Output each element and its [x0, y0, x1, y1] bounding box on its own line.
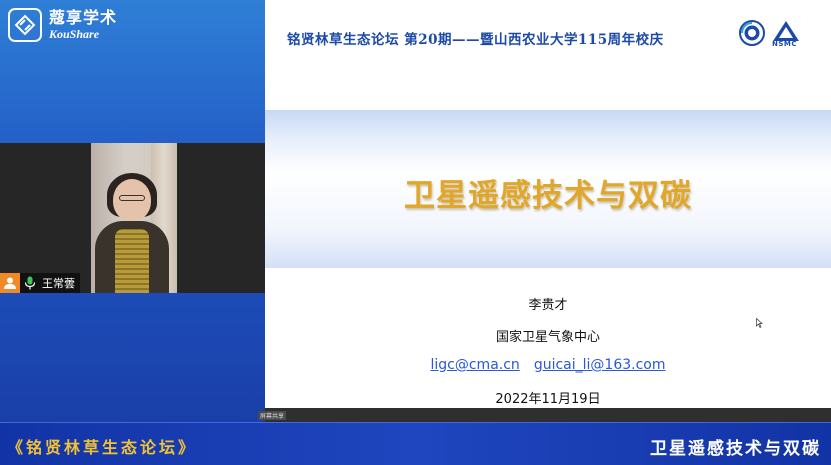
author-organization: 国家卫星气象中心: [495, 330, 600, 345]
participant-name-tag: 王常蕓: [0, 273, 80, 293]
slide-main-title: 卫星遥感技术与双碳: [404, 178, 692, 214]
nsmc-label: NSMC: [772, 40, 798, 48]
microphone-icon[interactable]: [20, 273, 40, 293]
mouse-cursor-icon: [756, 318, 763, 328]
brand-name-en: KouShare: [49, 27, 100, 41]
slide-header: 铭贤林草生态论坛 第20期——暨山西农业大学115周年校庆 NSMC: [265, 0, 831, 70]
talk-title: 卫星遥感技术与双碳: [650, 439, 821, 459]
cma-logo-icon: [739, 20, 765, 46]
koushare-logo: 蔻享学术 KouShare: [8, 8, 117, 42]
shared-slide: 铭贤林草生态论坛 第20期——暨山西农业大学115周年校庆 NSMC 卫星遥感技…: [265, 0, 831, 422]
user-icon: [0, 273, 20, 293]
participant-name: 王常蕓: [42, 277, 75, 290]
forum-name: 《铭贤林草生态论坛》: [7, 438, 198, 457]
participant-video: [91, 143, 177, 293]
email-link-cma[interactable]: ligc@cma.cn: [431, 357, 520, 373]
email-link-163[interactable]: guicai_li@163.com: [534, 357, 666, 373]
presentation-date: 2022年11月19日: [495, 392, 601, 407]
screen-share-badge: 屏幕共享: [258, 411, 287, 420]
author-name: 李贵才: [528, 298, 568, 313]
koushare-logo-icon: [8, 8, 42, 42]
left-panel: 蔻享学术 KouShare 王常蕓: [0, 0, 265, 422]
brand-name-cn: 蔻享学术: [49, 8, 118, 27]
participant-video-tile[interactable]: 王常蕓: [0, 143, 265, 293]
bottom-banner: 《铭贤林草生态论坛》 卫星遥感技术与双碳: [0, 422, 831, 465]
slide-header-title: 铭贤林草生态论坛 第20期——暨山西农业大学115周年校庆: [287, 32, 664, 48]
screen-share-strip: 屏幕共享: [258, 408, 831, 422]
email-line: ligc@cma.cn guicai_li@163.com: [265, 357, 831, 373]
nsmc-logo-icon: [773, 21, 799, 41]
